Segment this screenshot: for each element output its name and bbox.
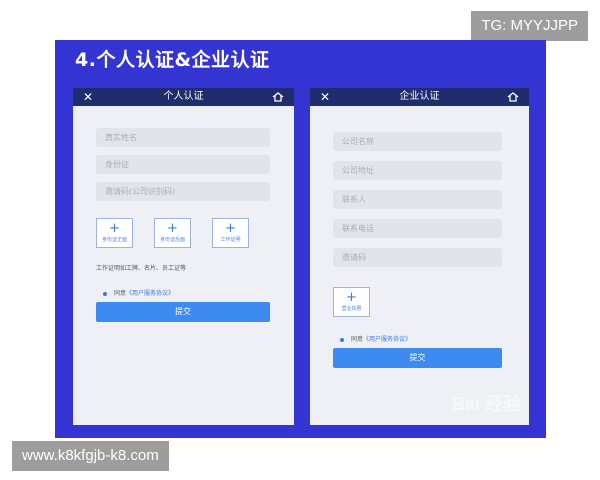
slide-title: 4.个人认证&企业认证 (75, 49, 270, 71)
agree-radio[interactable] (340, 337, 344, 342)
company-name-input[interactable]: 公司名称 (333, 132, 502, 151)
company-address-input[interactable]: 公司地址 (333, 161, 502, 180)
personal-submit-button[interactable]: 提交 (96, 302, 270, 322)
close-icon[interactable]: ✕ (83, 88, 93, 106)
plus-icon: + (346, 290, 357, 305)
personal-title-bar: ✕ 个人认证 (73, 88, 294, 106)
home-icon[interactable] (272, 92, 284, 102)
personal-title: 个人认证 (163, 91, 204, 102)
upload-work-proof-button[interactable]: + 工作证明 (212, 218, 249, 248)
agree-row[interactable]: 同意《用户服务协议》 (340, 334, 411, 343)
close-icon[interactable]: ✕ (320, 88, 330, 106)
tutorial-slide: 4.个人认证&企业认证 ✕ 个人认证 真实姓名 身份证 邀请码(公司识别码) +… (55, 40, 546, 438)
tg-overlay-label: TG: MYYJJPP (471, 11, 588, 41)
invite-code-input[interactable]: 邀请码(公司识别码) (96, 182, 270, 201)
personal-verification-screen: ✕ 个人认证 真实姓名 身份证 邀请码(公司识别码) + 身份证正面 + 身份证… (73, 88, 294, 425)
upload-label: 身份证正面 (101, 237, 127, 243)
id-card-input[interactable]: 身份证 (96, 155, 270, 174)
baidu-watermark-logo: Bai 经验 (451, 394, 521, 414)
agree-text: 同意 (351, 336, 364, 343)
upload-label: 工作证明 (220, 237, 241, 243)
site-overlay-label: www.k8kfgjb-k8.com (12, 441, 169, 471)
plus-icon: + (225, 221, 236, 236)
enterprise-title: 企业认证 (399, 91, 440, 102)
work-proof-hint: 工作证明如工牌、名片、员工证等 (96, 265, 187, 272)
service-agreement-link[interactable]: 《用户服务协议》 (126, 290, 174, 297)
upload-id-back-button[interactable]: + 身份证反面 (154, 218, 191, 248)
upload-label: 营业执照 (341, 306, 362, 312)
invite-code-input[interactable]: 邀请码 (333, 248, 502, 267)
service-agreement-link[interactable]: 《用户服务协议》 (363, 336, 411, 343)
agree-row[interactable]: 同意《用户服务协议》 (103, 288, 174, 297)
plus-icon: + (167, 221, 178, 236)
upload-business-license-button[interactable]: + 营业执照 (333, 287, 370, 317)
contact-phone-input[interactable]: 联系电话 (333, 219, 502, 238)
enterprise-title-bar: ✕ 企业认证 (310, 88, 529, 106)
agree-text: 同意 (114, 290, 127, 297)
upload-id-front-button[interactable]: + 身份证正面 (96, 218, 133, 248)
enterprise-submit-button[interactable]: 提交 (333, 348, 502, 368)
upload-label: 身份证反面 (159, 237, 185, 243)
plus-icon: + (109, 221, 120, 236)
home-icon[interactable] (507, 92, 519, 102)
enterprise-verification-screen: ✕ 企业认证 公司名称 公司地址 联系人 联系电话 邀请码 + 营业执照 同意《… (310, 88, 529, 425)
real-name-input[interactable]: 真实姓名 (96, 128, 270, 147)
agree-radio[interactable] (103, 291, 107, 296)
contact-person-input[interactable]: 联系人 (333, 190, 502, 209)
